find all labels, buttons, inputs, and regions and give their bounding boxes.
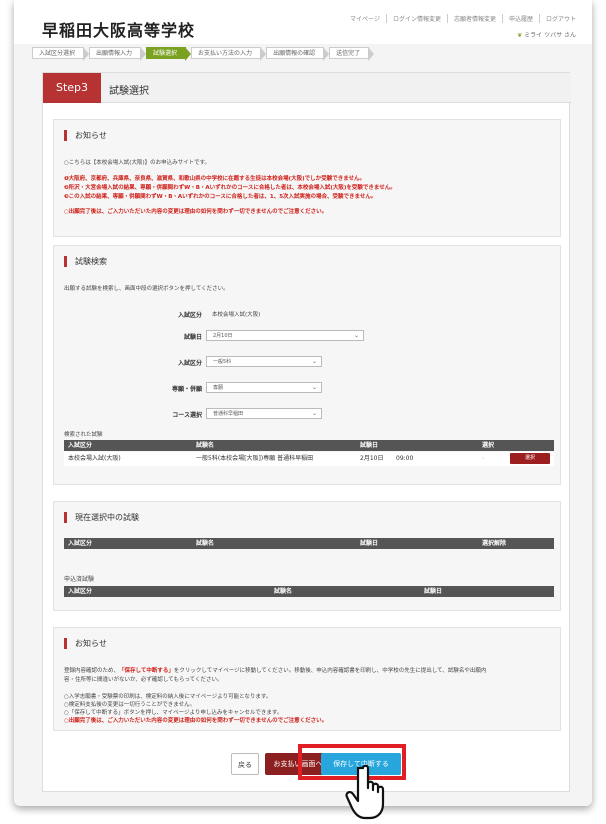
step-5: 出願情報の確認 xyxy=(266,47,330,61)
field-label-type: 入試区分 xyxy=(177,360,202,367)
nav-history[interactable]: 申込履歴 xyxy=(501,14,539,23)
senpei-select[interactable]: 専願 ⌄ xyxy=(206,382,322,393)
chevron-down-icon: ⌄ xyxy=(353,332,359,339)
exam-type-value: 一般5科 xyxy=(213,359,232,365)
field-label-date: 試験日 xyxy=(183,334,202,341)
chevron-down-icon: ⌄ xyxy=(311,384,317,391)
results-table-header: 入試区分 試験名 試験日 選択 xyxy=(64,440,554,451)
current-table-header: 入試区分 試験名 試験日 選択解除 xyxy=(64,538,554,549)
notice-heading-1: お知らせ xyxy=(64,130,107,141)
site-header: 早稲田大阪高等学校 マイページ ログイン情報変更 志願者情報変更 申込履歴 ログ… xyxy=(14,0,592,44)
notice-text: ○「保存して中断する」ボタンを押し、マイページより申し込みをキャンセルできます。 xyxy=(64,710,283,716)
field-label-course: コース選択 xyxy=(172,412,202,419)
applied-label: 申込済試験 xyxy=(64,576,95,583)
col-name: 試験名 xyxy=(196,442,215,449)
step-2: 出願情報入力 xyxy=(89,47,147,61)
browser-frame: 早稲田大阪高等学校 マイページ ログイン情報変更 志願者情報変更 申込履歴 ログ… xyxy=(14,0,592,806)
search-intro: 出願する試験を検索し、画面中段の選択ボタンを押してください。 xyxy=(64,286,229,292)
step-3-active: 試験選択 xyxy=(146,47,192,61)
row-date: 2月10日 xyxy=(360,455,384,462)
top-nav: マイページ ログイン情報変更 志願者情報変更 申込履歴 ログアウト xyxy=(344,14,582,23)
row-time: 09:00 xyxy=(396,455,414,462)
field-label-kubun: 入試区分 xyxy=(177,312,202,319)
col-name: 試験名 xyxy=(274,588,293,595)
field-value-kubun: 本校会場入試(大阪) xyxy=(212,312,261,318)
select-exam-button[interactable]: 選択 xyxy=(510,453,550,464)
notice-warning: ○出願完了後は、ご入力いただいた内容の変更は理由の如何を問わず一切できませんので… xyxy=(64,718,328,724)
step-4: お支払い方法の入力 xyxy=(191,47,267,61)
notice-emphasis: 「保存して中断する」 xyxy=(119,668,174,674)
notice-text: 容・住所等に間違いがないか、必ず確認してもらってください。 xyxy=(64,677,223,683)
nav-logout[interactable]: ログアウト xyxy=(538,14,582,23)
col-name: 試験名 xyxy=(196,540,215,547)
school-logo: 早稲田大阪高等学校 xyxy=(42,21,196,40)
col-date: 試験日 xyxy=(360,540,379,547)
col-remove: 選択解除 xyxy=(482,540,507,547)
notice-text: ○入学志願書・受験票の印刷は、検定料の納入後にマイページより可能となります。 xyxy=(64,694,272,700)
table-row: 本校会場入試(大阪) 一般5科(本校会場[大阪])専願 普通科早稲田 2月10日… xyxy=(64,452,554,466)
pointer-hand-icon xyxy=(345,764,385,820)
notice-line: ○こちらは【本校会場入試(大阪)】のお申込みサイトです。 xyxy=(64,160,211,166)
col-date: 試験日 xyxy=(360,442,379,449)
search-heading: 試験検索 xyxy=(64,256,107,267)
col-select: 選択 xyxy=(482,442,495,449)
notice-warning: ○出願完了後は、ご入力いただいた内容の変更は理由の如何を問わず一切できませんので… xyxy=(64,209,328,215)
leaf-icon: ❦ xyxy=(517,32,523,39)
field-label-senpei: 専願・併願 xyxy=(171,386,202,393)
step-6: 送信完了 xyxy=(329,47,375,61)
notice-box-2: お知らせ 登録内容確認のため、「保存して中断する」をクリックしてマイページに移動… xyxy=(53,627,561,731)
exam-search-box: 試験検索 出願する試験を検索し、画面中段の選択ボタンを押してください。 入試区分… xyxy=(53,245,561,485)
step-1: 入試区分選択 xyxy=(32,47,90,61)
main-panel: Step3 試験選択 お知らせ ○こちらは【本校会場入試(大阪)】のお申込みサイ… xyxy=(42,72,571,792)
notice-heading-2: お知らせ xyxy=(64,638,107,649)
notice-paragraph: 登録内容確認のため、「保存して中断する」をクリックしてマイページに移動してくださ… xyxy=(64,666,486,674)
exam-type-select[interactable]: 一般5科 ⌄ xyxy=(206,356,322,367)
page-title: 試験選択 xyxy=(109,86,149,97)
chevron-down-icon: ⌄ xyxy=(311,358,317,365)
notice-box-1: お知らせ ○こちらは【本校会場入試(大阪)】のお申込みサイトです。 ❶大阪府、京… xyxy=(53,119,561,237)
user-name-text: ミライ ツバサ さん xyxy=(524,32,576,39)
notice-text: ○検定料支払後の変更は一切行うことができません。 xyxy=(64,702,196,708)
notice-warning: ❸この入試の結果、専願・併願関わずW・B・Aいずれかのコースに合格した者は、1、… xyxy=(64,194,377,200)
chevron-down-icon: ⌄ xyxy=(311,410,317,417)
results-label: 検索された試験 xyxy=(64,432,103,438)
row-name: 一般5科(本校会場[大阪])専願 普通科早稲田 xyxy=(196,455,314,462)
back-button[interactable]: 戻る xyxy=(231,753,259,775)
col-date: 試験日 xyxy=(424,588,443,595)
col-kubun: 入試区分 xyxy=(68,540,93,547)
notice-warning: ❶大阪府、京都府、兵庫県、奈良県、滋賀県、和歌山県の中学校に在籍する生徒は本校会… xyxy=(64,176,366,182)
applied-table-header: 入試区分 試験名 試験日 xyxy=(64,586,554,597)
course-value: 普通科早稲田 xyxy=(213,411,244,417)
page-titlebar: Step3 試験選択 xyxy=(43,73,571,103)
col-kubun: 入試区分 xyxy=(68,588,93,595)
chevron-right-icon: › xyxy=(482,455,485,462)
step-badge: Step3 xyxy=(43,73,101,103)
current-selection-box: 現在選択中の試験 入試区分 試験名 試験日 選択解除 申込済試験 入試区分 試験… xyxy=(53,501,561,611)
nav-login-change[interactable]: ログイン情報変更 xyxy=(385,14,447,23)
course-select[interactable]: 普通科早稲田 ⌄ xyxy=(206,408,322,419)
user-name: ❦ ミライ ツバサ さん xyxy=(517,30,576,39)
notice-text: 登録内容確認のため、 xyxy=(64,668,120,674)
nav-applicant-change[interactable]: 志願者情報変更 xyxy=(446,14,502,23)
exam-date-value: 2月10日 xyxy=(213,333,233,339)
notice-text: をクリックしてマイページに移動してください。移動後、申込内容確認書を印刷し、中学… xyxy=(173,668,487,674)
col-kubun: 入試区分 xyxy=(68,442,93,449)
step-progress: 入試区分選択 出願情報入力 試験選択 お支払い方法の入力 出願情報の確認 送信完… xyxy=(32,47,375,61)
row-kubun: 本校会場入試(大阪) xyxy=(68,455,121,462)
current-heading: 現在選択中の試験 xyxy=(64,512,139,523)
notice-warning: ❷所沢・大宮会場入試の結果、専願・併願関わずW・B・Aいずれかのコースに合格した… xyxy=(64,185,396,191)
nav-mypage[interactable]: マイページ xyxy=(344,14,386,23)
senpei-value: 専願 xyxy=(213,385,224,391)
exam-date-select[interactable]: 2月10日 ⌄ xyxy=(206,330,364,341)
